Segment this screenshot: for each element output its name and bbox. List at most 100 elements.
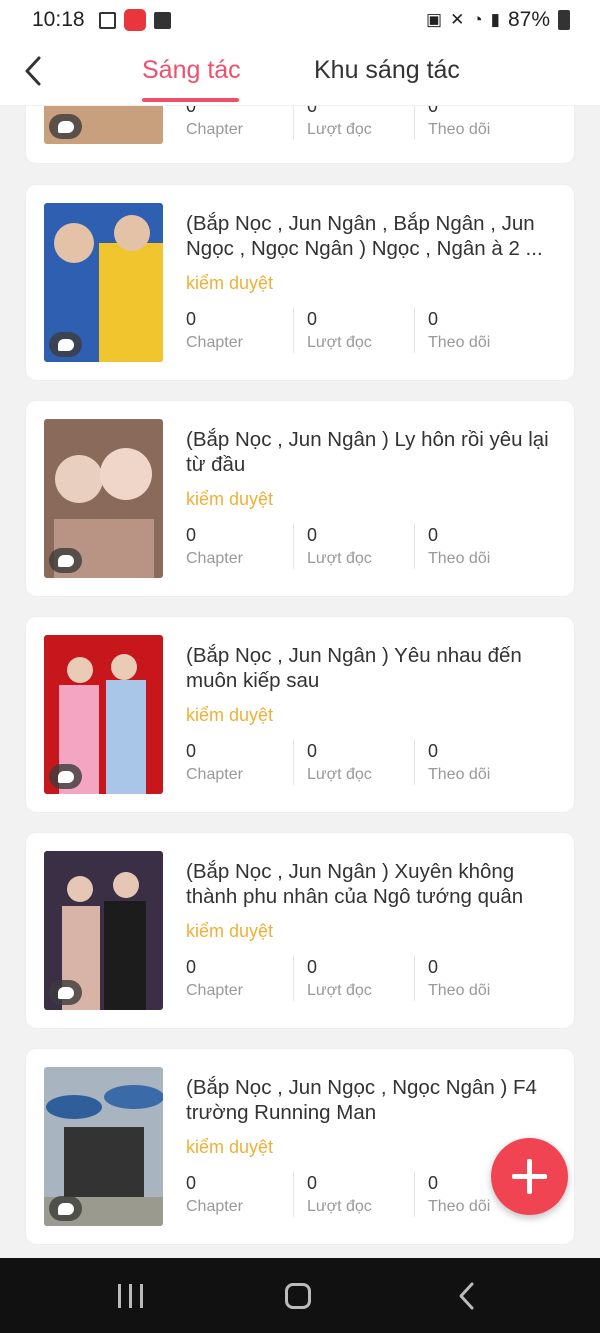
chapter-count: 0 [186,957,197,977]
divider [414,955,415,1001]
views-label: Lượt đọc [307,766,372,783]
chapter-count: 0 [186,1173,197,1193]
story-card[interactable]: (Bắp Nọc , Jun Ngân ) Ly hôn rồi yêu lại… [26,401,574,596]
status-badge: kiểm duyệt [186,705,274,725]
chapter-label: Chapter [186,982,243,999]
story-card[interactable]: 0 Chapter 0 Lượt đọc 0 Theo dõi [26,106,574,163]
views-stat: 0 Lượt đọc [307,1173,417,1216]
divider [293,523,294,569]
app-notification-icon [123,9,146,31]
story-cover[interactable] [44,635,163,794]
mute-icon: ✕ [450,10,465,29]
chapter-label: Chapter [186,121,243,138]
story-card[interactable]: (Bắp Nọc , Jun Ngọc , Ngọc Ngân ) F4 trư… [26,1049,574,1244]
views-stat: 0 Lượt đọc [307,106,417,139]
status-badge: kiểm duyệt [186,1137,274,1157]
followers-label: Theo dõi [428,982,491,999]
comment-bubble-icon [49,548,82,573]
tab-khu-sang-tac[interactable]: Khu sáng tác [314,56,460,85]
system-nav-bar [0,1258,600,1333]
chapter-stat: 0 Chapter [186,106,296,139]
status-badge: kiểm duyệt [186,489,274,509]
story-cover[interactable] [44,851,163,1010]
followers-stat: 0 Theo dõi [428,741,538,784]
system-back-button[interactable] [455,1278,479,1314]
chapter-label: Chapter [186,1198,243,1215]
divider [293,739,294,785]
chevron-left-icon[interactable] [20,54,50,88]
status-badge: kiểm duyệt [186,273,274,293]
chapter-label: Chapter [186,550,243,567]
followers-stat: 0 Theo dõi [428,106,538,139]
top-header: Sáng tác Khu sáng tác [0,40,600,106]
story-title[interactable]: (Bắp Nọc , Jun Ngân ) Xuyên không thành … [186,859,556,909]
battery-icon [558,10,570,30]
story-list[interactable]: 0 Chapter 0 Lượt đọc 0 Theo dõi (Bắp Nọc , … [0,106,600,1258]
story-title[interactable]: (Bắp Nọc , Jun Ngân ) Ly hôn rồi yêu lại… [186,427,556,477]
followers-label: Theo dõi [428,334,491,351]
status-bar: 10:18 ▣ ✕ ◔ ▮ 87% [0,0,600,40]
comment-bubble-icon [49,1196,82,1221]
divider [414,523,415,569]
status-badge: kiểm duyệt [186,921,274,941]
followers-count: 0 [428,525,439,545]
tab-sang-tac[interactable]: Sáng tác [142,56,241,85]
check-icon [153,11,171,29]
divider [414,1171,415,1217]
views-stat: 0 Lượt đọc [307,957,417,1000]
story-title[interactable]: (Bắp Nọc , Jun Ngọc , Ngọc Ngân ) F4 trư… [186,1075,556,1125]
divider [293,955,294,1001]
comment-bubble-icon [49,764,82,789]
comment-bubble-icon [49,114,82,139]
story-cover[interactable] [44,203,163,362]
followers-stat: 0 Theo dõi [428,525,538,568]
notification-icons [98,9,171,31]
views-count: 0 [307,741,318,761]
home-button[interactable] [283,1278,313,1314]
followers-label: Theo dõi [428,766,491,783]
chapter-count: 0 [186,741,197,761]
lock-icon: ▣ [426,10,443,29]
chapter-count: 0 [186,309,197,329]
battery-percent: 87% [507,8,550,31]
status-time: 10:18 [32,8,85,31]
story-card[interactable]: (Bắp Nọc , Jun Ngân ) Yêu nhau đến muôn … [26,617,574,812]
views-stat: 0 Lượt đọc [307,525,417,568]
views-count: 0 [307,525,318,545]
views-label: Lượt đọc [307,550,372,567]
story-cover[interactable] [44,1067,163,1226]
followers-label: Theo dõi [428,121,491,138]
chapter-count: 0 [186,106,197,116]
story-card[interactable]: (Bắp Nọc , Jun Ngân ) Xuyên không thành … [26,833,574,1028]
story-cover[interactable] [44,106,163,144]
signal-icon: ▮ [490,10,500,29]
wifi-icon: ◔ [472,10,483,29]
chapter-stat: 0 Chapter [186,957,296,1000]
followers-stat: 0 Theo dõi [428,957,538,1000]
comment-bubble-icon [49,332,82,357]
add-story-button[interactable] [491,1138,568,1215]
chapter-stat: 0 Chapter [186,525,296,568]
chapter-label: Chapter [186,334,243,351]
views-label: Lượt đọc [307,121,372,138]
views-label: Lượt đọc [307,1198,372,1215]
story-card[interactable]: (Bắp Nọc , Jun Ngân , Bắp Ngân , Jun Ngọ… [26,185,574,380]
story-cover[interactable] [44,419,163,578]
chapter-stat: 0 Chapter [186,1173,296,1216]
views-count: 0 [307,309,318,329]
followers-count: 0 [428,309,439,329]
views-count: 0 [307,106,318,116]
recent-apps-button[interactable] [116,1278,146,1314]
gallery-icon [98,11,116,29]
views-count: 0 [307,957,318,977]
story-title[interactable]: (Bắp Nọc , Jun Ngân , Bắp Ngân , Jun Ngọ… [186,211,556,261]
comment-bubble-icon [49,980,82,1005]
divider [414,307,415,353]
views-label: Lượt đọc [307,334,372,351]
active-tab-indicator [142,98,239,102]
story-title[interactable]: (Bắp Nọc , Jun Ngân ) Yêu nhau đến muôn … [186,643,556,693]
views-count: 0 [307,1173,318,1193]
followers-stat: 0 Theo dõi [428,309,538,352]
followers-label: Theo dõi [428,550,491,567]
followers-count: 0 [428,741,439,761]
